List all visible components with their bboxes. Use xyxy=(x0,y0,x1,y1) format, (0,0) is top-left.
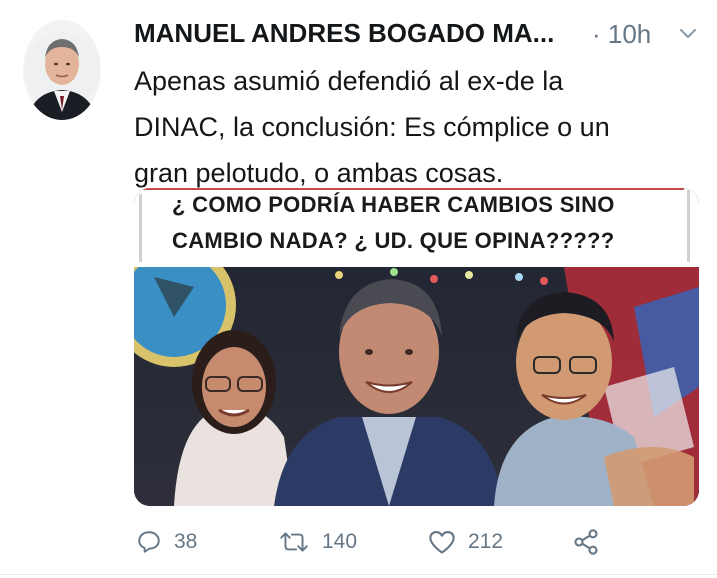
tweet-divider xyxy=(0,574,717,575)
chevron-down-icon[interactable] xyxy=(678,24,698,44)
image-caption-banner: ¿ COMO PODRÍA HABER CAMBIOS SINO CAMBIO … xyxy=(134,188,699,267)
tweet-header: MANUEL ANDRES BOGADO MA... · 10h xyxy=(132,18,712,54)
share-icon xyxy=(574,529,598,555)
retweet-count: 140 xyxy=(322,530,358,553)
avatar[interactable] xyxy=(23,20,101,120)
share-button[interactable] xyxy=(572,520,600,564)
retweet-button[interactable]: 140 xyxy=(278,520,357,564)
banner-text-line: CAMBIO NADA? ¿ UD. QUE OPINA????? xyxy=(172,228,615,253)
tweet-text-line: DINAC, la conclusión: Es cómplice o un xyxy=(134,112,610,142)
like-count: 212 xyxy=(468,530,504,553)
banner-text-line: ¿ COMO PODRÍA HABER CAMBIOS SINO xyxy=(172,192,615,217)
heart-icon xyxy=(429,531,455,554)
tweet-text-line: Apenas asumió defendió al ex-de la xyxy=(134,66,564,96)
reply-icon xyxy=(138,531,160,553)
tweet-media-image[interactable]: ¿ COMO PODRÍA HABER CAMBIOS SINO CAMBIO … xyxy=(134,188,699,506)
retweet-icon xyxy=(280,532,308,552)
group-photo xyxy=(134,267,699,506)
tweet-action-bar: 38 140 212 xyxy=(0,520,717,564)
author-name[interactable]: MANUEL ANDRES BOGADO MA... xyxy=(134,18,554,49)
reply-button[interactable]: 38 xyxy=(136,520,197,564)
avatar-portrait xyxy=(24,32,100,120)
banner-border-left xyxy=(139,194,142,262)
tweet-text: Apenas asumió defendió al ex-de la DINAC… xyxy=(134,58,694,196)
like-button[interactable]: 212 xyxy=(428,520,503,564)
banner-accent-line xyxy=(139,188,684,190)
reply-count: 38 xyxy=(174,530,198,553)
previous-tweet-remnant xyxy=(0,0,717,6)
tweet-timestamp[interactable]: · 10h xyxy=(592,19,651,50)
banner-border-right xyxy=(687,190,690,262)
